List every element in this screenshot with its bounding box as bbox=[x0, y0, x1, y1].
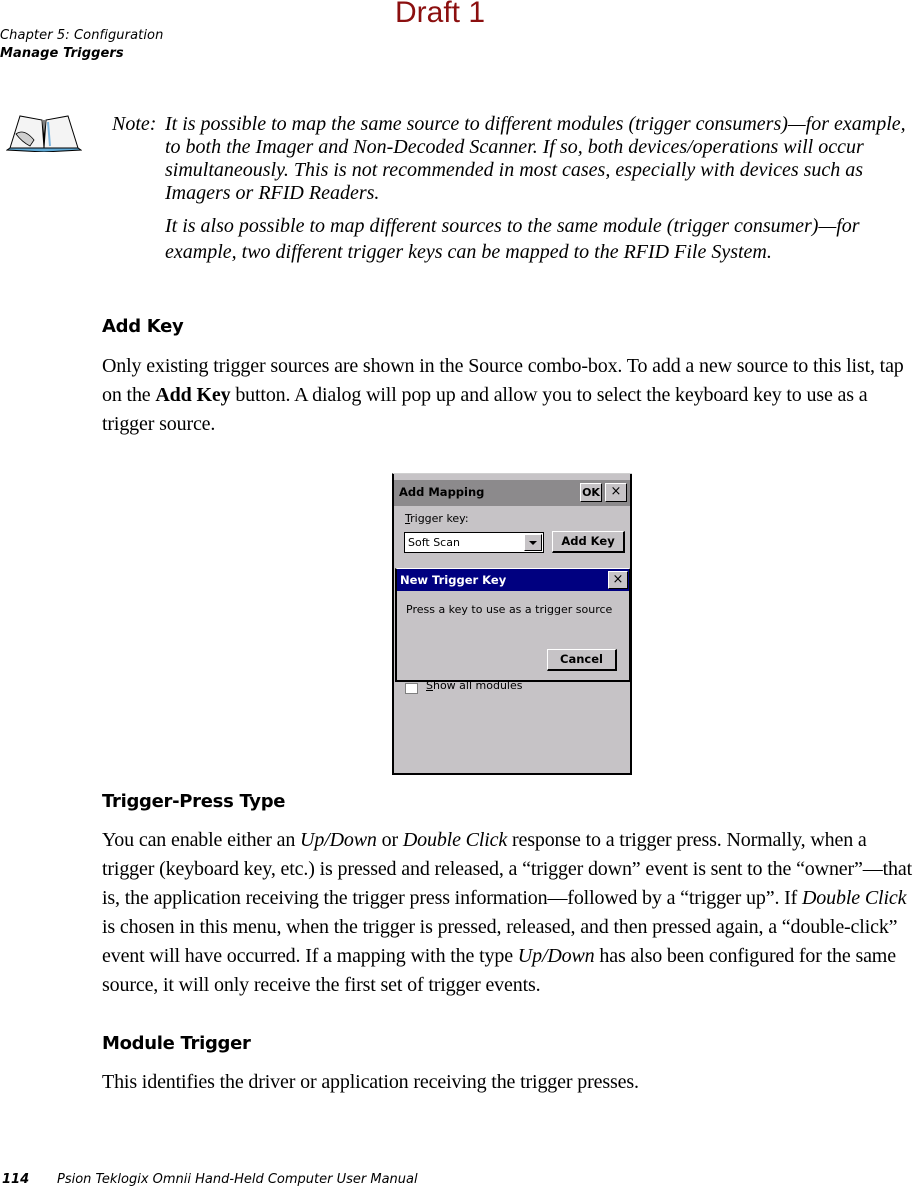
heading-add-key: Add Key bbox=[102, 316, 184, 337]
open-book-icon bbox=[6, 115, 82, 152]
note-paragraph: It is also possible to map different sou… bbox=[165, 215, 860, 263]
section-title: Manage Triggers bbox=[0, 46, 124, 61]
note-paragraph: It is possible to map the same source to… bbox=[165, 113, 906, 204]
screenshot-frame bbox=[393, 474, 632, 775]
page-number: 114 bbox=[2, 1172, 30, 1187]
paragraph-add-key: Only existing trigger sources are shown … bbox=[102, 355, 904, 435]
manual-title: Psion Teklogix Omnii Hand-Held Computer … bbox=[57, 1172, 418, 1187]
note-block: Note: It is possible to map the same sou… bbox=[112, 113, 912, 265]
heading-trigger-press-type: Trigger-Press Type bbox=[102, 791, 286, 812]
running-head: Chapter 5: Configuration Manage Triggers bbox=[0, 27, 163, 63]
paragraph-module-trigger: This identifies the driver or applicatio… bbox=[102, 1071, 639, 1093]
heading-module-trigger: Module Trigger bbox=[102, 1033, 251, 1054]
device-screenshot: Add Mapping OK × Trigger key: Soft Scan … bbox=[392, 473, 632, 775]
chapter-title: Chapter 5: Configuration bbox=[0, 28, 164, 43]
note-label: Note: bbox=[112, 113, 157, 135]
paragraph-trigger-press-type: You can enable either an Up/Down or Doub… bbox=[102, 829, 913, 996]
page-footer: 114 Psion Teklogix Omnii Hand-Held Comput… bbox=[2, 1172, 418, 1187]
draft-watermark: Draft 1 bbox=[395, 0, 486, 29]
